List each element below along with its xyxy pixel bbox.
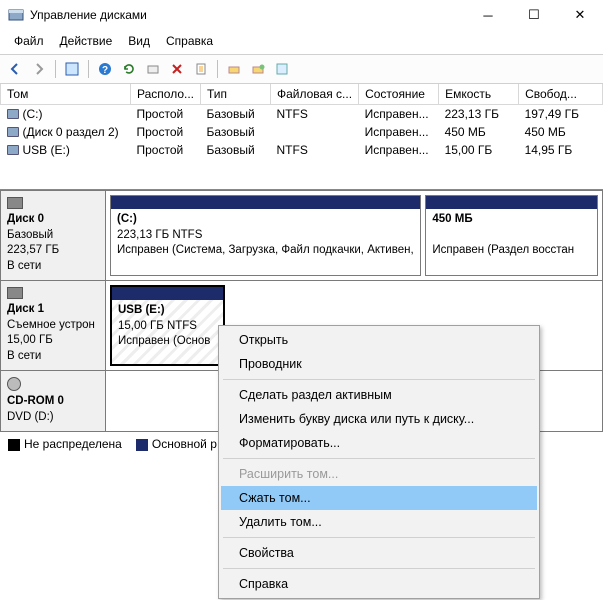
legend-unallocated-icon: [8, 439, 20, 451]
menu-file[interactable]: Файл: [6, 32, 52, 50]
col-type[interactable]: Тип: [201, 84, 271, 105]
tool-button-4[interactable]: [271, 58, 293, 80]
disk-header[interactable]: Диск 1 Съемное устрон 15,00 ГБ В сети: [1, 281, 106, 370]
app-icon: [8, 7, 24, 23]
ctx-help[interactable]: Справка: [221, 572, 537, 596]
tool-button-3[interactable]: [247, 58, 269, 80]
col-fs[interactable]: Файловая с...: [271, 84, 359, 105]
properties-icon[interactable]: [190, 58, 212, 80]
disk-icon: [7, 287, 23, 299]
col-layout[interactable]: Располо...: [131, 84, 201, 105]
context-menu: Открыть Проводник Сделать раздел активны…: [218, 325, 540, 599]
partition-c[interactable]: (C:) 223,13 ГБ NTFS Исправен (Система, З…: [110, 195, 421, 276]
help-button[interactable]: ?: [94, 58, 116, 80]
volume-icon: [7, 145, 19, 155]
minimize-button[interactable]: ─: [465, 0, 511, 30]
ctx-delete[interactable]: Удалить том...: [221, 510, 537, 534]
partition-usb-e[interactable]: USB (E:) 15,00 ГБ NTFS Исправен (Основ: [110, 285, 225, 366]
toolbar: ?: [0, 54, 603, 84]
table-row[interactable]: (C:) ПростойБазовыйNTFSИсправен...223,13…: [1, 105, 603, 124]
volume-icon: [7, 127, 19, 137]
disk-header[interactable]: CD-ROM 0 DVD (D:): [1, 371, 106, 431]
partition-recovery[interactable]: 450 МБ Исправен (Раздел восстан: [425, 195, 598, 276]
back-button[interactable]: [4, 58, 26, 80]
delete-icon[interactable]: [166, 58, 188, 80]
legend-primary-icon: [136, 439, 148, 451]
ctx-explorer[interactable]: Проводник: [221, 352, 537, 376]
disk-header[interactable]: Диск 0 Базовый 223,57 ГБ В сети: [1, 191, 106, 280]
svg-text:?: ?: [102, 65, 108, 76]
views-button[interactable]: [61, 58, 83, 80]
disk-icon: [7, 197, 23, 209]
refresh-button[interactable]: [118, 58, 140, 80]
menu-action[interactable]: Действие: [52, 32, 121, 50]
col-volume[interactable]: Том: [1, 84, 131, 105]
titlebar: Управление дисками ─ ☐ ✕: [0, 0, 603, 30]
ctx-change-letter[interactable]: Изменить букву диска или путь к диску...: [221, 407, 537, 431]
window-title: Управление дисками: [30, 8, 465, 22]
cd-icon: [7, 377, 21, 391]
tool-button-2[interactable]: [223, 58, 245, 80]
ctx-extend: Расширить том...: [221, 462, 537, 486]
table-row[interactable]: USB (E:) ПростойБазовыйNTFSИсправен...15…: [1, 141, 603, 159]
ctx-properties[interactable]: Свойства: [221, 541, 537, 565]
close-button[interactable]: ✕: [557, 0, 603, 30]
forward-button[interactable]: [28, 58, 50, 80]
maximize-button[interactable]: ☐: [511, 0, 557, 30]
col-capacity[interactable]: Емкость: [439, 84, 519, 105]
ctx-format[interactable]: Форматировать...: [221, 431, 537, 455]
menubar: Файл Действие Вид Справка: [0, 30, 603, 54]
col-free[interactable]: Свобод...: [519, 84, 603, 105]
ctx-shrink[interactable]: Сжать том...: [221, 486, 537, 510]
volume-table: Том Располо... Тип Файловая с... Состоян…: [0, 84, 603, 190]
volume-icon: [7, 109, 19, 119]
tool-button-1[interactable]: [142, 58, 164, 80]
menu-help[interactable]: Справка: [158, 32, 221, 50]
ctx-open[interactable]: Открыть: [221, 328, 537, 352]
table-row[interactable]: (Диск 0 раздел 2) ПростойБазовыйИсправен…: [1, 123, 603, 141]
ctx-make-active[interactable]: Сделать раздел активным: [221, 383, 537, 407]
menu-view[interactable]: Вид: [120, 32, 158, 50]
col-status[interactable]: Состояние: [359, 84, 439, 105]
disk-row-0: Диск 0 Базовый 223,57 ГБ В сети (C:) 223…: [0, 190, 603, 281]
